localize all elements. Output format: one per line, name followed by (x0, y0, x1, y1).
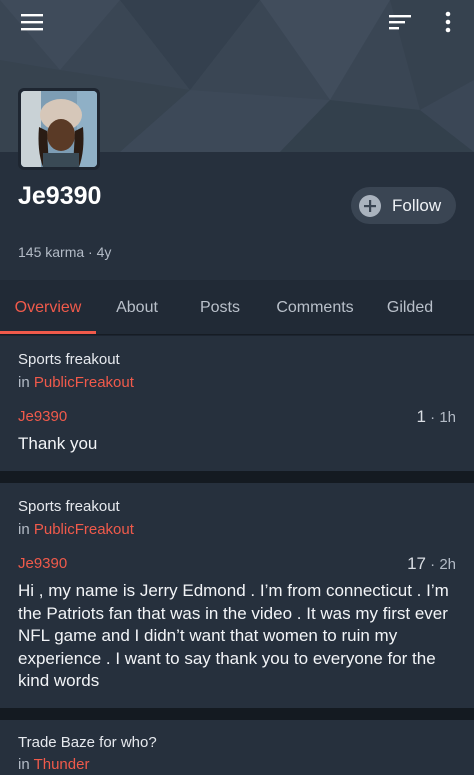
comment-time: · 1h (425, 409, 456, 426)
tab-gilded[interactable]: Gilded (368, 280, 452, 335)
profile-tabs: Overview About Posts Comments Gilded (0, 280, 474, 335)
hamburger-menu-icon[interactable] (14, 4, 50, 40)
follow-button[interactable]: Follow (351, 187, 456, 224)
comment-card[interactable]: Sports freakout in PublicFreakout Je9390… (0, 483, 474, 708)
tab-overview[interactable]: Overview (0, 280, 96, 335)
comment-body: Thank you (18, 434, 98, 453)
active-tab-indicator (0, 331, 96, 334)
plus-circle-icon (359, 194, 381, 217)
in-prefix: in (18, 756, 34, 773)
comment-time: · 2h (425, 556, 456, 573)
card-divider (0, 708, 474, 720)
subreddit-line: in PublicFreakout (18, 374, 134, 391)
avatar-image (21, 91, 97, 167)
comment-score-time: 17 · 2h (407, 554, 456, 574)
comment-score-time: 1 · 1h (417, 407, 456, 427)
comment-author[interactable]: Je9390 (18, 408, 67, 425)
avatar[interactable] (18, 88, 100, 170)
subreddit-link[interactable]: PublicFreakout (34, 521, 134, 538)
in-prefix: in (18, 521, 34, 538)
tab-about[interactable]: About (96, 280, 178, 335)
subreddit-line: in PublicFreakout (18, 521, 134, 538)
card-divider (0, 471, 474, 483)
tab-comments[interactable]: Comments (262, 280, 368, 335)
top-app-bar (0, 0, 474, 46)
comment-score: 1 (416, 407, 426, 426)
tab-posts[interactable]: Posts (178, 280, 262, 335)
comment-body: Hi , my name is Jerry Edmond . I’m from … (18, 581, 449, 691)
profile-username: Je9390 (18, 182, 102, 210)
in-prefix: in (18, 374, 34, 391)
account-age: 4y (96, 244, 112, 260)
subreddit-link[interactable]: PublicFreakout (34, 374, 134, 391)
comment-card[interactable]: Trade Baze for who? in Thunder (0, 720, 474, 775)
post-title[interactable]: Sports freakout (18, 351, 120, 368)
subreddit-link[interactable]: Thunder (34, 756, 90, 773)
more-vertical-icon[interactable] (430, 4, 466, 40)
post-title[interactable]: Sports freakout (18, 498, 120, 515)
comment-author[interactable]: Je9390 (18, 555, 67, 572)
post-title[interactable]: Trade Baze for who? (18, 734, 157, 751)
karma-count: 145 karma (18, 244, 85, 260)
follow-label: Follow (392, 195, 442, 215)
subreddit-line: in Thunder (18, 756, 89, 773)
comment-score: 17 (407, 554, 426, 573)
profile-meta: 145 karma · 4y (18, 244, 111, 260)
sort-icon[interactable] (382, 4, 418, 40)
comment-card[interactable]: Sports freakout in PublicFreakout Je9390… (0, 336, 474, 471)
meta-separator: · (84, 244, 97, 260)
